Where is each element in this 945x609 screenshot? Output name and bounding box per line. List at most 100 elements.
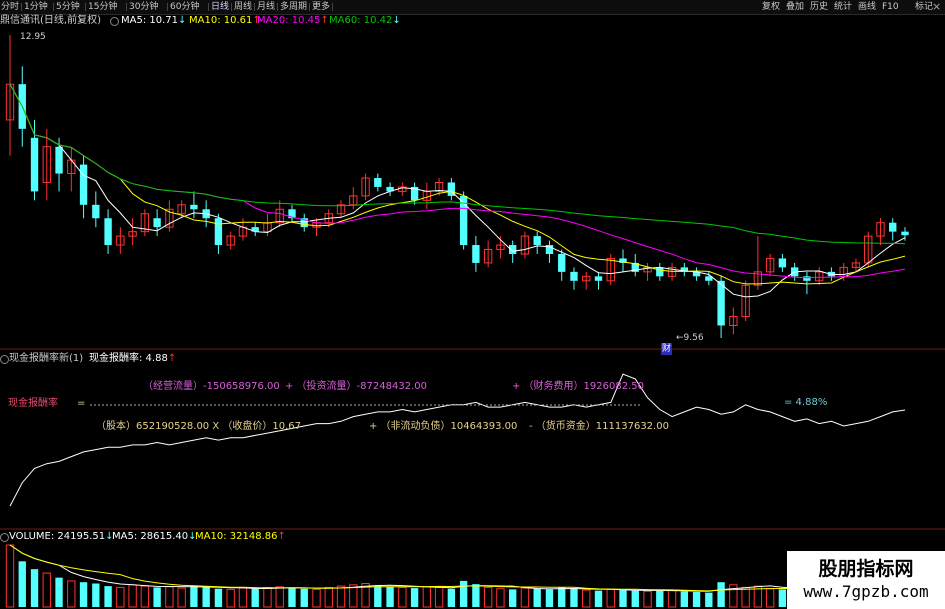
volume-bar-up [275, 586, 284, 608]
volume-bar-up [496, 588, 505, 608]
ma60-line [9, 83, 906, 245]
volume-bar-up [643, 590, 652, 608]
volume-bar-down [656, 590, 664, 607]
chart-surface [0, 35, 945, 608]
volume-bar-down [55, 577, 63, 607]
volume-ma10-value: MA10: 32148.86 [195, 531, 278, 542]
candle-body-down [901, 231, 909, 236]
volume-bar-down [300, 588, 308, 607]
candle-body-down [472, 245, 480, 263]
volume-ma10-line [9, 544, 906, 592]
candle-body-down [92, 204, 100, 219]
indicator-value-text: 现金报酬率: 4.88 [89, 353, 168, 364]
candle-body-down [55, 146, 63, 174]
volume-bar-up [116, 586, 125, 608]
volume-bar-down [288, 588, 296, 607]
candle-body-down [104, 218, 112, 246]
volume-bar-down [545, 589, 554, 607]
volume-bar-up [606, 588, 615, 608]
volume-bar-down [472, 584, 480, 607]
ratio-eq: = [77, 398, 86, 409]
watermark-title: 股朋指标网 [818, 558, 914, 580]
candle-body-down [656, 267, 664, 277]
volume-value: VOLUME: 24195.51 [9, 531, 106, 542]
volume-bar-up [263, 586, 272, 608]
ma20-line [9, 83, 906, 279]
volume-bar-up [483, 586, 493, 608]
volume-ma10: MA10: 32148.86↑ [195, 531, 286, 543]
cash-return-line [9, 373, 906, 507]
panel-separators [0, 348, 945, 530]
price-panel [5, 35, 909, 338]
candle-body-down [533, 236, 541, 246]
candle-body-down [594, 276, 603, 281]
volume-bar-up [741, 586, 750, 608]
ma10-line [9, 83, 906, 285]
volume-panel [5, 544, 909, 608]
candle-body-down [79, 164, 88, 205]
formula-line2-a: （股本）652190528.00 X （收盘价）10.67 [96, 421, 301, 432]
volume-ma10-arrow: ↑ [277, 531, 286, 542]
price-high-label: 12.95 [20, 32, 46, 42]
price-low-value: 9.56 [683, 333, 704, 343]
volume-bar-down [705, 592, 713, 607]
volume-bar-down [447, 588, 456, 607]
volume-bar-up [177, 587, 186, 608]
volume-bar-up [398, 586, 407, 608]
indicator-title: 现金报酬率新(1) [9, 353, 84, 364]
volume-bar-down [533, 588, 541, 607]
volume-bar-up [520, 587, 530, 608]
volume-bar-down [386, 586, 394, 607]
finance-badge[interactable]: 财 [661, 343, 673, 355]
volume-bar-down [717, 582, 725, 607]
volume-bar-down [190, 585, 198, 607]
candle-body-down [153, 218, 161, 228]
candle-body-down [570, 271, 578, 281]
ratio-left-label: 现金报酬率 [8, 398, 58, 409]
indicator-panel [9, 373, 906, 507]
indicator-settings-icon[interactable] [0, 355, 9, 364]
volume-ma5-line [9, 544, 906, 592]
site-watermark: 股朋指标网 www.7gpzb.com [787, 551, 945, 609]
volume-bar-down [778, 589, 787, 607]
volume-bar-up [667, 589, 677, 608]
volume-bar-down [680, 591, 688, 607]
volume-bar-down [558, 587, 566, 607]
formula-line1-b: + （投资流量）-87248432.00 [285, 381, 427, 392]
volume-bar-down [202, 587, 210, 607]
volume-bar-down [18, 561, 26, 607]
candle-body-down [889, 222, 897, 232]
volume-bar-up [5, 544, 15, 608]
volume-bar-down [631, 590, 639, 607]
candle-body-down [30, 137, 39, 192]
volume-bar-down [692, 591, 701, 607]
formula-line2-b: + （非流动负债）10464393.00 [369, 421, 518, 432]
volume-bar-up [324, 586, 333, 608]
volume-bar-up [226, 588, 235, 608]
candle-body-down [778, 258, 787, 268]
volume-ma5-value: MA5: 28615.40 [112, 531, 189, 542]
volume-settings-icon[interactable] [0, 533, 9, 542]
volume-bar-up [128, 584, 137, 608]
formula-line2-c: - （货币资金）111137632.00 [529, 421, 669, 432]
candle-body-down [803, 276, 811, 281]
volume-bar-down [79, 582, 88, 607]
formula-line1-a: （经营流量）-150658976.00 [143, 381, 280, 392]
volume-bar-down [594, 590, 603, 607]
volume-bar-down [619, 590, 627, 607]
volume-ma5: MA5: 28615.40↓ [112, 531, 196, 543]
price-low-label: ←9.56 [676, 333, 704, 343]
indicator-value: 现金报酬率: 4.88↑ [89, 353, 176, 365]
candle-body-down [374, 178, 382, 187]
volume-bar-down [459, 580, 468, 607]
volume-bar-down [374, 585, 382, 607]
volume-bar-up [42, 572, 51, 608]
volume-bar-up [238, 587, 248, 608]
volume-bar-up [165, 586, 174, 608]
volume-bar-down [214, 588, 223, 607]
volume-label: VOLUME: 24195.51↓ [9, 531, 114, 543]
ratio-pct: = 4.88% [784, 397, 828, 408]
volume-bar-down [508, 589, 517, 607]
volume-bar-down [92, 583, 100, 607]
watermark-url: www.7gpzb.com [803, 582, 929, 601]
